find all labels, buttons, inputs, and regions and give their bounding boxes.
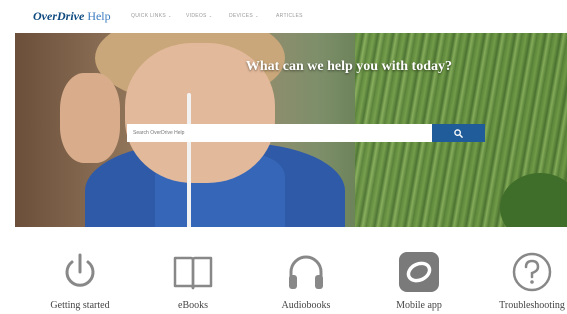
category-label: eBooks [178, 300, 208, 311]
category-audiobooks[interactable]: Audiobooks [256, 250, 356, 311]
category-label: Troubleshooting [499, 300, 565, 311]
mobile-app-icon [399, 252, 439, 292]
nav-videos-label: VIDEOS [186, 13, 207, 19]
category-label: Getting started [50, 300, 110, 311]
logo-help: Help [87, 9, 111, 23]
nav-articles-label: ARTICLES [276, 13, 303, 19]
question-icon [512, 252, 552, 292]
nav-devices[interactable]: DEVICES ⌄ [229, 13, 259, 19]
hero-earphone-cord [187, 93, 191, 227]
nav-quick-links[interactable]: QUICK LINKS ⌄ [131, 13, 172, 19]
category-ebooks[interactable]: eBooks [143, 250, 243, 311]
nav-devices-label: DEVICES [229, 13, 254, 19]
site-header: OverDrive Help QUICK LINKS ⌄ VIDEOS ⌄ DEVIC… [0, 0, 567, 33]
category-label: Audiobooks [281, 300, 331, 311]
chevron-down-icon: ⌄ [255, 13, 259, 18]
chevron-down-icon: ⌄ [208, 13, 213, 18]
hero-hand [60, 73, 120, 163]
search-icon [454, 128, 463, 138]
power-icon [65, 253, 95, 287]
category-mobile-app[interactable]: Mobile app [369, 250, 469, 311]
category-label: Mobile app [396, 300, 442, 311]
category-troubleshooting[interactable]: Troubleshooting [482, 250, 567, 311]
category-getting-started[interactable]: Getting started [30, 250, 130, 311]
search-input[interactable] [127, 124, 432, 142]
search-button[interactable] [432, 124, 485, 142]
logo-brand: OverDrive [33, 9, 85, 23]
hero-headline: What can we help you with today? [245, 59, 452, 74]
chevron-down-icon: ⌄ [167, 13, 172, 18]
overdrive-help-logo[interactable]: OverDrive Help [33, 9, 111, 24]
book-icon [173, 256, 213, 290]
nav-videos[interactable]: VIDEOS ⌄ [186, 13, 212, 19]
nav-quick-links-label: QUICK LINKS [131, 13, 166, 19]
headphones-icon [289, 255, 323, 289]
nav-articles[interactable]: ARTICLES [276, 13, 303, 19]
